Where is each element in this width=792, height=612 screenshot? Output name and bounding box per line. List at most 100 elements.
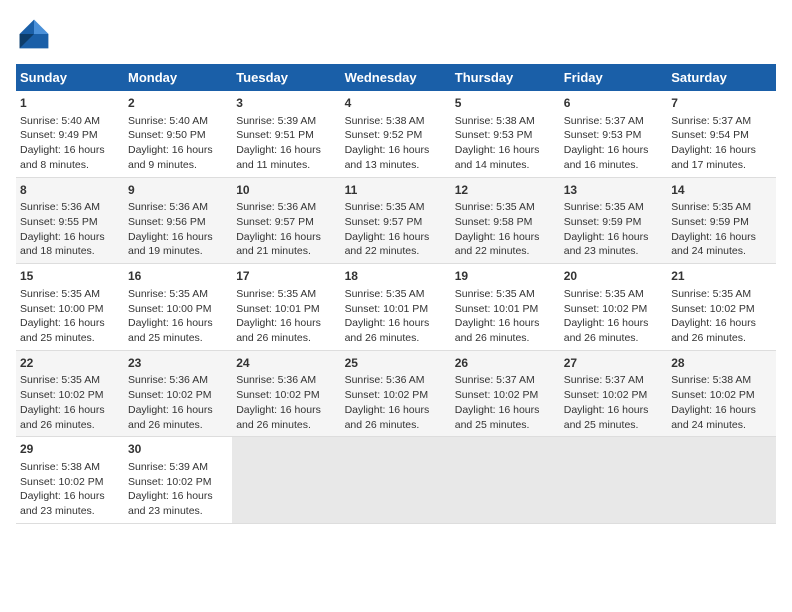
header-cell-sunday: Sunday: [16, 64, 124, 91]
daylight: Daylight: 16 hours and 25 minutes.: [128, 317, 213, 344]
sunset: Sunset: 9:53 PM: [455, 129, 533, 141]
sunrise: Sunrise: 5:38 AM: [671, 374, 751, 386]
calendar-body: 1 Sunrise: 5:40 AM Sunset: 9:49 PM Daylight…: [16, 91, 776, 523]
daylight: Daylight: 16 hours and 25 minutes.: [20, 317, 105, 344]
day-number: 27: [564, 355, 663, 372]
day-number: 10: [236, 182, 336, 199]
daylight: Daylight: 16 hours and 26 minutes.: [564, 317, 649, 344]
daylight: Daylight: 16 hours and 19 minutes.: [128, 231, 213, 258]
sunset: Sunset: 9:55 PM: [20, 216, 98, 228]
sunset: Sunset: 9:59 PM: [564, 216, 642, 228]
calendar-cell: 16Sunrise: 5:35 AMSunset: 10:00 PMDaylig…: [124, 264, 232, 351]
daylight: Daylight: 16 hours and 26 minutes.: [345, 317, 430, 344]
calendar-cell: 19Sunrise: 5:35 AMSunset: 10:01 PMDaylig…: [451, 264, 560, 351]
sunset: Sunset: 10:01 PM: [345, 303, 428, 315]
calendar-cell: 25Sunrise: 5:36 AMSunset: 10:02 PMDaylig…: [341, 350, 451, 437]
day-number: 9: [128, 182, 228, 199]
sunset: Sunset: 10:02 PM: [236, 389, 319, 401]
sunset: Sunset: 10:02 PM: [20, 476, 103, 488]
sunrise: Sunrise: 5:35 AM: [345, 288, 425, 300]
sunset: Sunset: 10:02 PM: [128, 389, 211, 401]
sunrise: Sunrise: 5:36 AM: [236, 201, 316, 213]
daylight: Daylight: 16 hours and 23 minutes.: [128, 490, 213, 517]
sunrise: Sunrise: 5:39 AM: [236, 115, 316, 127]
day-number: 23: [128, 355, 228, 372]
sunrise: Sunrise: 5:35 AM: [236, 288, 316, 300]
daylight: Daylight: 16 hours and 26 minutes.: [236, 317, 321, 344]
sunset: Sunset: 10:02 PM: [671, 389, 754, 401]
daylight: Daylight: 16 hours and 8 minutes.: [20, 144, 105, 171]
daylight: Daylight: 16 hours and 25 minutes.: [455, 404, 540, 431]
sunset: Sunset: 9:49 PM: [20, 129, 98, 141]
week-row-5: 29Sunrise: 5:38 AMSunset: 10:02 PMDaylig…: [16, 437, 776, 524]
sunset: Sunset: 9:51 PM: [236, 129, 314, 141]
sunset: Sunset: 10:01 PM: [236, 303, 319, 315]
sunset: Sunset: 9:52 PM: [345, 129, 423, 141]
daylight: Daylight: 16 hours and 13 minutes.: [345, 144, 430, 171]
day-number: 6: [564, 95, 663, 112]
day-number: 3: [236, 95, 336, 112]
calendar-cell: 11Sunrise: 5:35 AMSunset: 9:57 PMDayligh…: [341, 177, 451, 264]
day-number: 8: [20, 182, 120, 199]
daylight: Daylight: 16 hours and 11 minutes.: [236, 144, 321, 171]
sunrise: Sunrise: 5:40 AM: [20, 115, 100, 127]
week-row-4: 22Sunrise: 5:35 AMSunset: 10:02 PMDaylig…: [16, 350, 776, 437]
day-number: 1: [20, 95, 120, 112]
sunrise: Sunrise: 5:35 AM: [671, 288, 751, 300]
day-number: 13: [564, 182, 663, 199]
daylight: Daylight: 16 hours and 23 minutes.: [20, 490, 105, 517]
calendar-cell: 20Sunrise: 5:35 AMSunset: 10:02 PMDaylig…: [560, 264, 667, 351]
day-number: 29: [20, 441, 120, 458]
header-cell-friday: Friday: [560, 64, 667, 91]
sunset: Sunset: 10:02 PM: [564, 389, 647, 401]
sunrise: Sunrise: 5:38 AM: [345, 115, 425, 127]
week-row-2: 8 Sunrise: 5:36 AM Sunset: 9:55 PM Daylight…: [16, 177, 776, 264]
daylight: Daylight: 16 hours and 26 minutes.: [345, 404, 430, 431]
sunset: Sunset: 9:50 PM: [128, 129, 206, 141]
week-row-3: 15Sunrise: 5:35 AMSunset: 10:00 PMDaylig…: [16, 264, 776, 351]
day-number: 5: [455, 95, 556, 112]
day-number: 17: [236, 268, 336, 285]
week-row-1: 1 Sunrise: 5:40 AM Sunset: 9:49 PM Daylight…: [16, 91, 776, 177]
day-number: 28: [671, 355, 772, 372]
sunrise: Sunrise: 5:37 AM: [671, 115, 751, 127]
logo: [16, 16, 56, 52]
sunrise: Sunrise: 5:36 AM: [20, 201, 100, 213]
daylight: Daylight: 16 hours and 26 minutes.: [455, 317, 540, 344]
day-number: 20: [564, 268, 663, 285]
sunset: Sunset: 9:56 PM: [128, 216, 206, 228]
sunrise: Sunrise: 5:35 AM: [455, 288, 535, 300]
calendar-cell: 18 Sunrise: 5:35 AM Sunset: 10:01 PM Daylig…: [341, 264, 451, 351]
sunrise: Sunrise: 5:37 AM: [564, 374, 644, 386]
sunset: Sunset: 10:02 PM: [128, 476, 211, 488]
calendar-cell: [560, 437, 667, 524]
calendar-cell: 3 Sunrise: 5:39 AM Sunset: 9:51 PM Daylight…: [232, 91, 340, 177]
sunrise: Sunrise: 5:36 AM: [128, 374, 208, 386]
day-number: 19: [455, 268, 556, 285]
day-number: 18: [345, 268, 447, 285]
day-number: 11: [345, 182, 447, 199]
daylight: Daylight: 16 hours and 26 minutes.: [236, 404, 321, 431]
daylight: Daylight: 16 hours and 24 minutes.: [671, 404, 756, 431]
calendar-cell: 7Sunrise: 5:37 AMSunset: 9:54 PMDaylight…: [667, 91, 776, 177]
day-number: 7: [671, 95, 772, 112]
calendar-cell: 5Sunrise: 5:38 AMSunset: 9:53 PMDaylight…: [451, 91, 560, 177]
sunset: Sunset: 9:54 PM: [671, 129, 749, 141]
day-number: 30: [128, 441, 228, 458]
day-number: 12: [455, 182, 556, 199]
calendar-cell: 13Sunrise: 5:35 AMSunset: 9:59 PMDayligh…: [560, 177, 667, 264]
header-cell-thursday: Thursday: [451, 64, 560, 91]
calendar-cell: [232, 437, 340, 524]
sunset: Sunset: 10:02 PM: [455, 389, 538, 401]
sunset: Sunset: 9:57 PM: [236, 216, 314, 228]
day-number: 15: [20, 268, 120, 285]
sunrise: Sunrise: 5:37 AM: [564, 115, 644, 127]
sunset: Sunset: 9:58 PM: [455, 216, 533, 228]
calendar-cell: 30Sunrise: 5:39 AMSunset: 10:02 PMDaylig…: [124, 437, 232, 524]
header: [16, 16, 776, 52]
daylight: Daylight: 16 hours and 24 minutes.: [671, 231, 756, 258]
calendar-cell: 27Sunrise: 5:37 AMSunset: 10:02 PMDaylig…: [560, 350, 667, 437]
calendar-cell: [451, 437, 560, 524]
daylight: Daylight: 16 hours and 26 minutes.: [128, 404, 213, 431]
daylight: Daylight: 16 hours and 14 minutes.: [455, 144, 540, 171]
